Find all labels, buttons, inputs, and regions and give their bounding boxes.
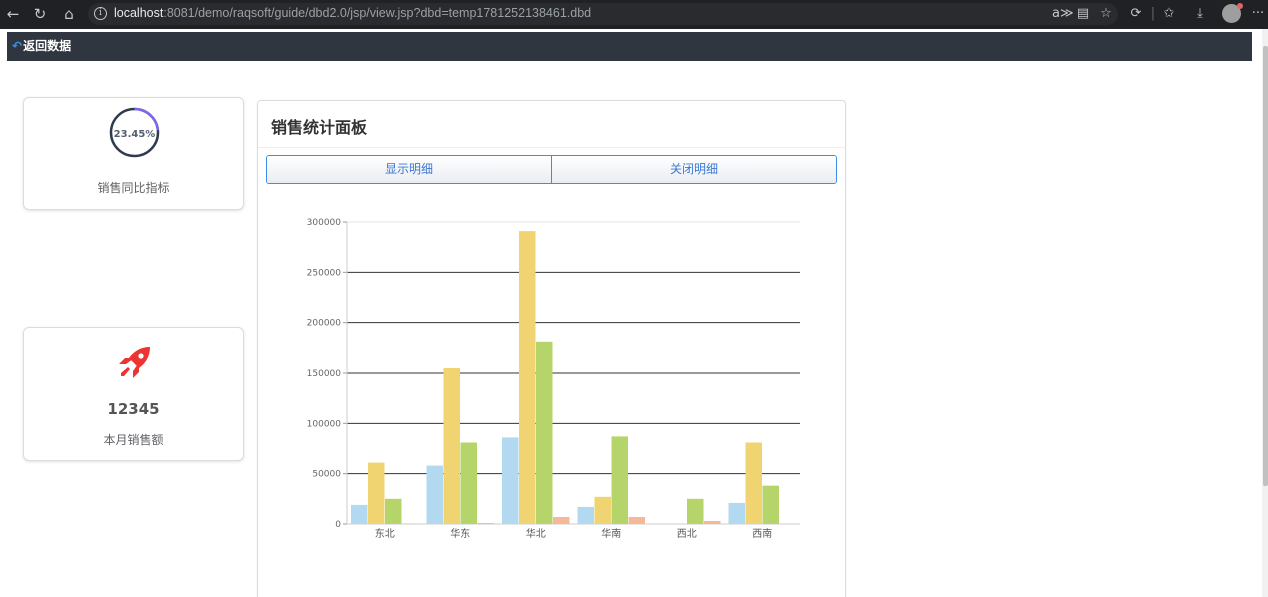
bar (687, 498, 704, 524)
browser-toolbar: ← ↻ ⌂ i localhost:8081/demo/raqsoft/guid… (0, 0, 1268, 29)
bar (577, 506, 594, 524)
bar (611, 436, 628, 524)
translate-icon[interactable]: a≫ (1052, 4, 1074, 24)
x-tick-label: 东北 (375, 527, 395, 540)
profile-avatar[interactable] (1222, 3, 1243, 23)
x-tick-label: 华南 (601, 527, 621, 540)
monthly-sales-caption: 本月销售额 (103, 433, 164, 447)
extensions-icon[interactable]: ⟳ (1128, 4, 1144, 24)
page-scrollbar-thumb[interactable] (1263, 46, 1268, 486)
monthly-sales-value: 12345 (107, 400, 160, 418)
download-icon[interactable]: ⤓ (1192, 4, 1208, 24)
toolbar-divider: | (1150, 6, 1156, 21)
x-tick-label: 西北 (677, 528, 697, 540)
panel-title: 销售统计面板 (271, 118, 368, 137)
url-text[interactable]: localhost:8081/demo/raqsoft/guide/dbd2.0… (114, 6, 591, 20)
y-tick-label: 150000 (307, 369, 342, 379)
bar (402, 523, 419, 524)
yoy-sales-card: 23.45% 销售同比指标 (23, 97, 244, 210)
site-info-icon[interactable]: i (94, 7, 107, 20)
yoy-percent-value: 23.45% (113, 129, 156, 140)
bar (426, 465, 443, 524)
x-tick-label: 华北 (526, 527, 546, 540)
return-arrow-icon: ↶ (12, 39, 23, 53)
panel-divider (258, 147, 845, 148)
bar (368, 462, 385, 524)
bar (385, 498, 402, 524)
rocket-icon (119, 347, 150, 378)
monthly-sales-card: 12345 本月销售额 (23, 327, 244, 461)
x-tick-label: 华东 (450, 527, 470, 540)
yoy-caption: 销售同比指标 (97, 181, 170, 195)
bar (502, 437, 519, 524)
y-tick-label: 0 (335, 520, 341, 530)
dashboard-top-nav: ↶返回数据 (7, 32, 1252, 61)
yoy-progress-ring: 23.45% (109, 107, 160, 158)
bar (704, 521, 721, 524)
bar (460, 442, 477, 524)
bar (745, 442, 762, 524)
bar (351, 504, 368, 524)
favorites-list-icon[interactable]: ✩ (1160, 4, 1178, 24)
favorite-star-icon[interactable]: ☆ (1098, 4, 1114, 24)
y-tick-label: 50000 (312, 470, 341, 480)
bar (443, 368, 460, 524)
bar (728, 502, 745, 524)
bar (519, 231, 536, 524)
bar (628, 517, 645, 524)
y-tick-label: 300000 (307, 218, 342, 228)
reader-mode-icon[interactable]: ▤ (1076, 4, 1090, 24)
back-to-data-link[interactable]: ↶返回数据 (12, 38, 71, 54)
bar (762, 485, 779, 524)
show-detail-button[interactable]: 显示明细 (267, 156, 551, 183)
more-menu-icon[interactable]: ··· (1250, 4, 1266, 24)
bar (536, 341, 553, 524)
y-tick-label: 200000 (307, 319, 342, 329)
back-to-data-label: 返回数据 (23, 39, 72, 53)
y-tick-label: 250000 (307, 268, 342, 278)
home-icon[interactable]: ⌂ (60, 5, 78, 23)
address-bar[interactable]: i localhost:8081/demo/raqsoft/guide/dbd2… (88, 3, 1118, 25)
hide-detail-button[interactable]: 关闭明细 (551, 156, 836, 183)
y-tick-label: 100000 (307, 419, 342, 429)
bar (594, 496, 611, 524)
detail-toggle-group: 显示明细 关闭明细 (266, 155, 837, 184)
bar (553, 517, 570, 524)
bar (477, 523, 494, 524)
x-tick-label: 西南 (752, 527, 772, 540)
reload-icon[interactable]: ↻ (31, 5, 49, 23)
sales-bar-chart: 0 50000 100000 150000 200000 250000 300000 东北 华东… (307, 218, 800, 540)
back-arrow-icon[interactable]: ← (4, 5, 22, 23)
